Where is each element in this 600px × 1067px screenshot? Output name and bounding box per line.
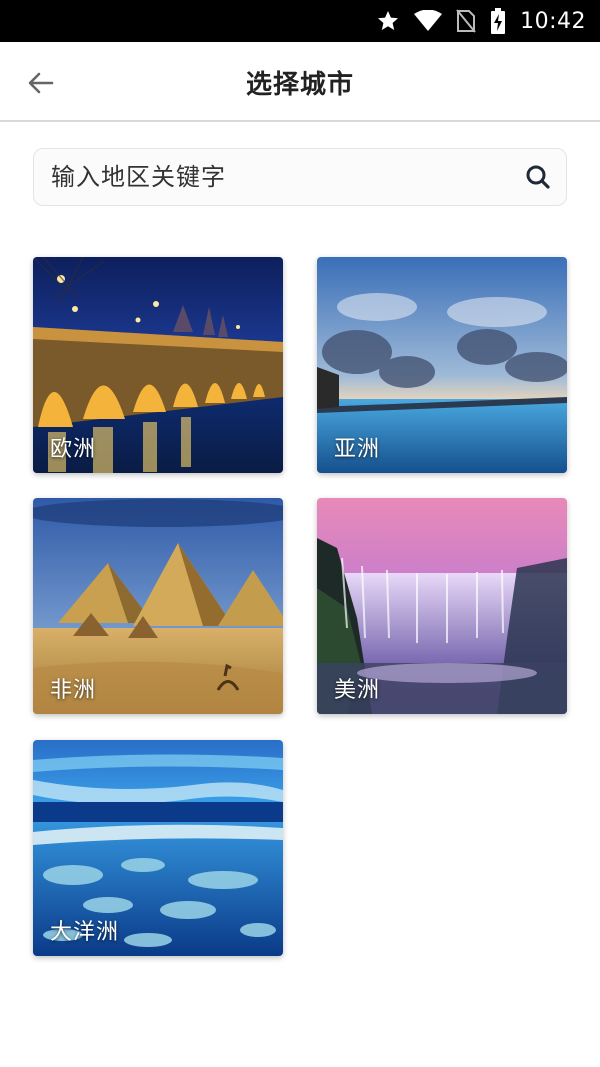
search-button[interactable] xyxy=(510,149,566,205)
region-label: 美洲 xyxy=(334,678,381,703)
region-label: 亚洲 xyxy=(334,437,381,462)
region-label: 大洋洲 xyxy=(50,920,120,945)
no-sim-icon xyxy=(456,9,476,33)
region-label: 非洲 xyxy=(50,678,97,703)
search-bar xyxy=(33,148,567,206)
region-card-africa[interactable]: 非洲 xyxy=(33,498,283,714)
region-card-asia[interactable]: 亚洲 xyxy=(317,257,567,473)
search-input[interactable] xyxy=(34,149,510,205)
app-bar: 选择城市 xyxy=(0,42,600,122)
region-card-oceania[interactable]: 大洋洲 xyxy=(33,740,283,956)
status-time: 10:42 xyxy=(520,8,586,34)
page-title: 选择城市 xyxy=(245,69,354,100)
region-card-americas[interactable]: 美洲 xyxy=(317,498,567,714)
battery-charging-icon xyxy=(490,8,506,34)
star-icon xyxy=(376,9,400,33)
search-icon xyxy=(525,164,551,190)
region-card-europe[interactable]: 欧洲 xyxy=(33,257,283,473)
region-label: 欧洲 xyxy=(50,437,97,462)
status-bar: 10:42 xyxy=(0,0,600,42)
wifi-icon xyxy=(414,10,443,32)
